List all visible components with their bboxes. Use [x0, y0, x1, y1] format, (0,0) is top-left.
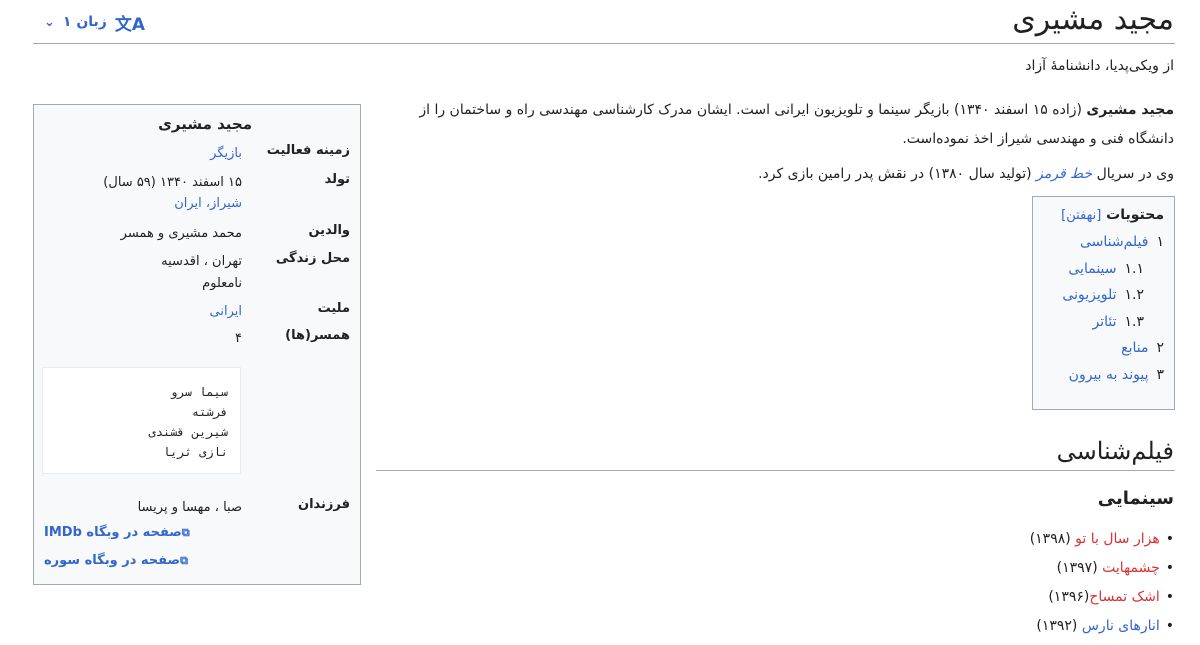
language-count: ۱ زبان: [62, 14, 107, 30]
toc-number: ۱.۲: [1124, 287, 1145, 303]
series-text-before: وی در سریال: [1092, 166, 1174, 182]
infobox-link-birthplace[interactable]: شیراز، ایران: [174, 193, 242, 215]
series-paragraph: وی در سریال خط قرمز (تولید سال ۱۳۸۰) در …: [374, 160, 1174, 189]
film-year: (۱۳۹۶): [1048, 589, 1090, 605]
spouse-name: فرشته: [191, 405, 228, 419]
infobox-row-residence-2: نامعلوم: [44, 273, 350, 295]
film-year: (۱۳۹۲): [1036, 618, 1082, 634]
imdb-link[interactable]: ⧉صفحه در وبگاه IMDb: [44, 525, 350, 540]
table-of-contents: محتویات [نهفتن] ۱ فیلم‌شناسی ۱.۱ سینمایی ۱…: [1032, 196, 1175, 410]
infobox-row-residence: محل زندگی تهران ، اقدسیه: [44, 251, 350, 273]
list-item: • چشمهایت (۱۳۹۷): [1030, 554, 1174, 583]
infobox-value: محمد مشیری و همسر: [120, 226, 242, 241]
spouse-name: نازی ثریا: [162, 445, 228, 459]
film-link[interactable]: چشمهایت: [1102, 560, 1160, 576]
spouse-names-box: سیما سرو فرشته شیرین قشندی نازی ثریا: [42, 367, 241, 474]
toc-item-theatre[interactable]: ۱.۳ تئاتر: [1043, 309, 1164, 336]
toc-link[interactable]: تئاتر: [1092, 314, 1116, 330]
page: ⌄ ۱ زبان 文A مجید مشیری از ویکی‌پدیا، دان…: [0, 0, 1200, 645]
infobox: مجید مشیری زمینه فعالیت بازیگر تولد ۱۵ ا…: [33, 104, 361, 585]
toc-number: ۱: [1156, 234, 1164, 250]
infobox-title: مجید مشیری: [158, 115, 252, 133]
subsection-heading-cinema: سینمایی: [1097, 488, 1174, 509]
infobox-value: نامعلوم: [202, 276, 242, 291]
list-item: • اشک تمساح(۱۳۹۶): [1030, 583, 1174, 612]
bullet: •: [1165, 589, 1174, 605]
infobox-value: ۴: [235, 331, 242, 346]
section-heading-filmography: فیلم‌شناسی: [1056, 437, 1174, 465]
series-text-after: (تولید سال ۱۳۸۰) در نقش پدر رامین بازی ک…: [758, 166, 1037, 182]
toc-item-cinema[interactable]: ۱.۱ سینمایی: [1043, 256, 1164, 283]
toc-title: محتویات [نهفتن]: [1043, 207, 1164, 223]
chevron-down-icon: ⌄: [44, 14, 55, 30]
section-divider: [376, 470, 1175, 471]
film-list: • هزار سال با تو (۱۳۹۸) • چشمهایت (۱۳۹۷) •…: [1030, 525, 1174, 641]
infobox-row-nationality: ملیت ایرانی: [44, 301, 350, 323]
spouse-name: سیما سرو: [170, 385, 228, 399]
film-year: (۱۳۹۷): [1056, 560, 1103, 576]
toc-heading: محتویات: [1106, 207, 1164, 223]
toc-item-tv[interactable]: ۱.۲ تلویزیونی: [1043, 282, 1164, 309]
external-link-icon: ⧉: [181, 526, 190, 539]
toc-number: ۱.۳: [1124, 313, 1145, 330]
infobox-label: والدین: [308, 223, 350, 238]
toc-number: ۱.۱: [1124, 260, 1145, 277]
toc-link[interactable]: منابع: [1121, 340, 1148, 356]
toc-item-filmography[interactable]: ۱ فیلم‌شناسی: [1043, 229, 1164, 256]
film-link[interactable]: اشک تمساح: [1089, 589, 1159, 605]
toc-link[interactable]: پیوند به بیرون: [1069, 367, 1149, 383]
infobox-label: همسر(ها): [285, 328, 350, 343]
infobox-label: محل زندگی: [275, 251, 350, 266]
bullet: •: [1165, 560, 1174, 576]
film-link[interactable]: انارهای نارس: [1082, 618, 1160, 634]
infobox-row-spouses: همسر(ها) ۴: [44, 328, 350, 350]
infobox-row-children: فرزندان صبا ، مهسا و پریسا: [44, 497, 350, 519]
infobox-label: فرزندان: [297, 497, 350, 512]
infobox-row-parents: والدین محمد مشیری و همسر: [44, 223, 350, 245]
infobox-link-iranian[interactable]: ایرانی: [210, 301, 242, 323]
infobox-row-born-place: شیراز، ایران: [44, 193, 350, 215]
intro-bold-name: مجید مشیری: [1086, 102, 1174, 118]
list-item: • هزار سال با تو (۱۳۹۸): [1030, 525, 1174, 554]
infobox-row-born: تولد ۱۵ اسفند ۱۳۴۰ (۵۹ سال): [44, 172, 350, 194]
infobox-label: ملیت: [317, 301, 350, 316]
soore-link[interactable]: ⧉صفحه در وبگاه سوره: [44, 553, 350, 568]
infobox-link-actor[interactable]: بازیگر: [210, 143, 242, 165]
toc-hide-link[interactable]: [نهفتن]: [1061, 208, 1101, 223]
series-link[interactable]: خط قرمز: [1036, 166, 1092, 182]
infobox-row-field: زمینه فعالیت بازیگر: [44, 143, 350, 165]
infobox-label: زمینه فعالیت: [266, 143, 350, 158]
toc-link[interactable]: سینمایی: [1068, 261, 1116, 277]
infobox-value: صبا ، مهسا و پریسا: [137, 500, 242, 515]
film-year: (۱۳۹۸): [1029, 531, 1076, 547]
toc-link[interactable]: تلویزیونی: [1062, 287, 1116, 303]
site-tagline: از ویکی‌پدیا، دانشنامهٔ آزاد: [1025, 58, 1174, 74]
infobox-value: ۱۵ اسفند ۱۳۴۰ (۵۹ سال): [103, 175, 242, 190]
translate-icon: 文A: [114, 14, 146, 35]
page-title: مجید مشیری: [1012, 2, 1174, 37]
external-link-icon: ⧉: [180, 554, 188, 567]
bullet: •: [1165, 618, 1174, 634]
spouse-name: شیرین قشندی: [148, 425, 228, 439]
language-button[interactable]: ⌄ ۱ زبان 文A: [44, 10, 146, 35]
film-link[interactable]: هزار سال با تو: [1075, 531, 1160, 547]
soore-link-label: صفحه در وبگاه سوره: [44, 553, 181, 568]
list-item: • انارهای نارس (۱۳۹۲): [1030, 612, 1174, 641]
bullet: •: [1165, 531, 1174, 547]
toc-item-sources[interactable]: ۲ منابع: [1043, 335, 1164, 362]
toc-link[interactable]: فیلم‌شناسی: [1080, 234, 1149, 250]
infobox-value: تهران ، اقدسیه: [161, 254, 242, 269]
intro-paragraph: مجید مشیری (زاده ۱۵ اسفند ۱۳۴۰) بازیگر س…: [374, 96, 1174, 154]
imdb-link-label: صفحه در وبگاه IMDb: [44, 525, 182, 540]
intro-text: (زاده ۱۵ اسفند ۱۳۴۰) بازیگر سینما و تلوی…: [419, 102, 1174, 147]
toc-number: ۲: [1156, 340, 1164, 356]
toc-number: ۳: [1156, 366, 1164, 383]
toc-item-external-links[interactable]: ۳ پیوند به بیرون: [1043, 362, 1164, 389]
title-divider: [33, 43, 1175, 44]
infobox-label: تولد: [324, 172, 350, 187]
